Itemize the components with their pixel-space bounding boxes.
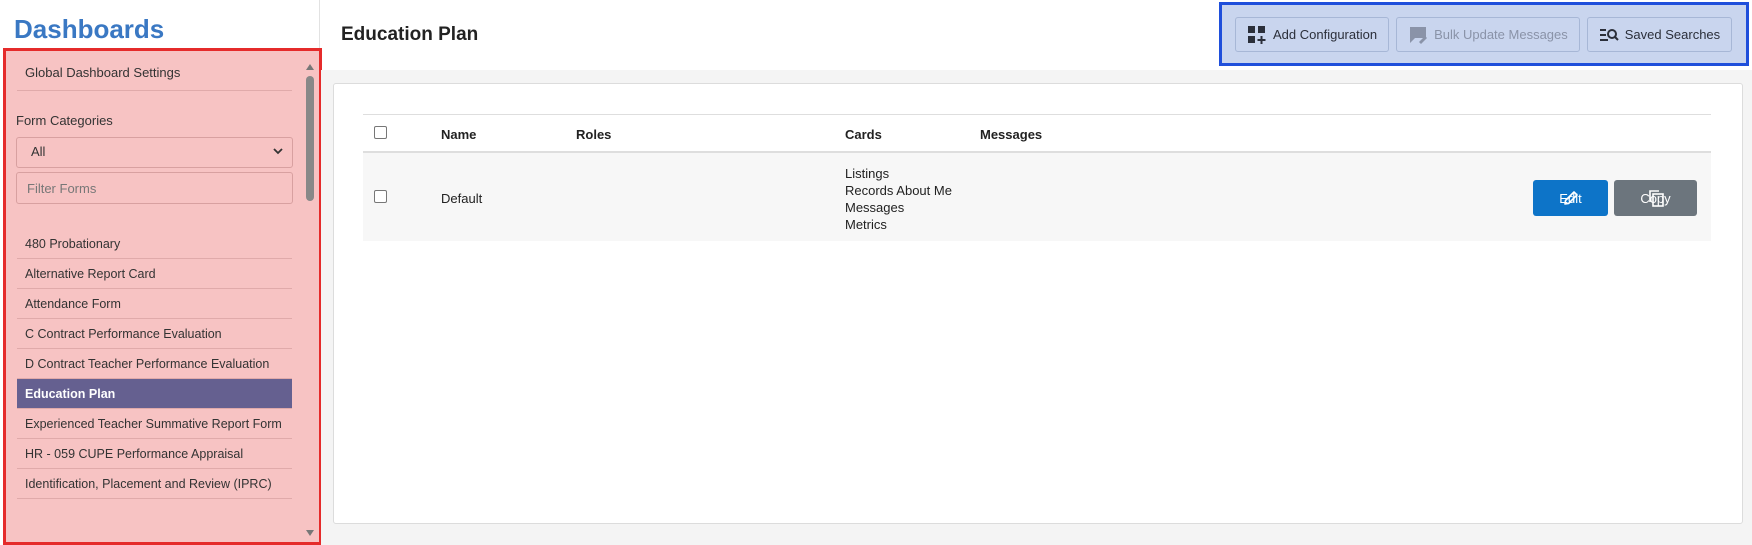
saved-searches-label: Saved Searches: [1624, 27, 1721, 42]
saved-search-icon: [1599, 28, 1619, 41]
row-card-item: Records About Me: [845, 183, 952, 198]
form-item-480-probationary[interactable]: 480 Probationary: [17, 229, 292, 259]
row-cards-list: Listings Records About Me Messages Metri…: [845, 165, 952, 233]
scroll-thumb[interactable]: [306, 76, 314, 201]
add-configuration-button[interactable]: Add Configuration: [1235, 17, 1390, 52]
table-header: Name Roles Cards Messages: [363, 114, 1711, 153]
form-categories-select[interactable]: All: [16, 137, 293, 168]
form-item-hr-059[interactable]: HR - 059 CUPE Performance Appraisal: [17, 439, 292, 469]
chevron-down-icon: [273, 148, 283, 155]
form-item-education-plan[interactable]: Education Plan: [17, 379, 292, 409]
forms-panel: Global Dashboard Settings Form Categorie…: [3, 48, 322, 545]
global-dashboard-settings-link[interactable]: Global Dashboard Settings: [17, 61, 292, 91]
form-categories-selected: All: [31, 144, 46, 159]
table-row: Default Listings Records About Me Messag…: [363, 153, 1711, 241]
column-header-cards: Cards: [845, 127, 882, 142]
edit-button[interactable]: Edit: [1533, 180, 1608, 216]
toolbar: Add Configuration Bulk Update Messages S…: [1219, 2, 1749, 66]
app-title: Dashboards: [14, 14, 165, 44]
row-card-item: Listings: [845, 166, 890, 181]
form-item-alternative-report-card[interactable]: Alternative Report Card: [17, 259, 292, 289]
scroll-up-arrow-icon[interactable]: [306, 64, 314, 70]
row-name: Default: [441, 191, 483, 206]
add-configuration-label: Add Configuration: [1273, 27, 1378, 42]
row-card-item: Messages: [845, 200, 905, 215]
configurations-table: Name Roles Cards Messages Default Listin…: [363, 114, 1711, 241]
form-item-d-contract[interactable]: D Contract Teacher Performance Evaluatio…: [17, 349, 292, 379]
form-item-experienced-teacher[interactable]: Experienced Teacher Summative Report For…: [17, 409, 292, 439]
column-header-name: Name: [441, 127, 477, 142]
bulk-update-messages-label: Bulk Update Messages: [1434, 27, 1568, 42]
copy-label: Copy: [1640, 190, 1671, 206]
sidebar-scrollbar[interactable]: [305, 59, 315, 542]
form-list: 480 Probationary Alternative Report Card…: [17, 229, 292, 499]
row-checkbox[interactable]: [374, 190, 387, 203]
saved-searches-button[interactable]: Saved Searches: [1586, 17, 1733, 52]
filter-forms-input[interactable]: [16, 172, 293, 204]
form-categories-label: Form Categories: [16, 113, 113, 128]
scroll-down-arrow-icon[interactable]: [306, 530, 314, 536]
column-header-roles: Roles: [576, 127, 612, 142]
message-edit-icon: [1410, 26, 1428, 44]
column-header-messages: Messages: [980, 127, 1043, 142]
form-item-iprc[interactable]: Identification, Placement and Review (IP…: [17, 469, 292, 499]
row-card-item: Metrics: [845, 217, 887, 232]
form-item-c-contract[interactable]: C Contract Performance Evaluation: [17, 319, 292, 349]
sidebar: Dashboards Global Dashboard Settings For…: [0, 0, 322, 545]
copy-button[interactable]: Copy: [1614, 180, 1697, 216]
form-item-attendance-form[interactable]: Attendance Form: [17, 289, 292, 319]
add-grid-icon: [1248, 25, 1266, 44]
page-title: Education Plan: [341, 24, 479, 45]
select-all-checkbox[interactable]: [374, 126, 387, 139]
edit-label: Edit: [1559, 190, 1582, 206]
bulk-update-messages-button[interactable]: Bulk Update Messages: [1396, 17, 1580, 52]
